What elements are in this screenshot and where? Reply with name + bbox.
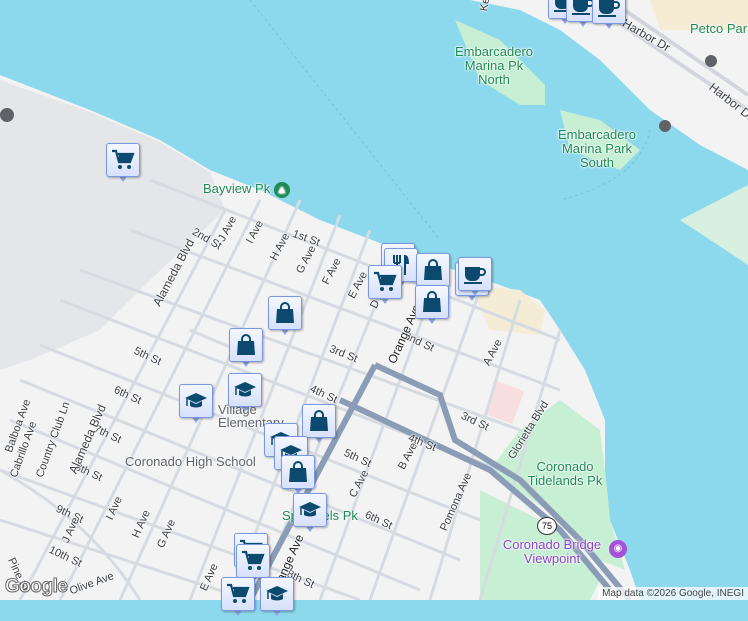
shopping-bag-icon bbox=[421, 258, 445, 282]
school-icon bbox=[298, 498, 322, 522]
shopping-bag-marker[interactable] bbox=[229, 328, 263, 372]
park-label-emb-north: Embarcadero Marina Pk North bbox=[454, 44, 534, 87]
marker-box bbox=[458, 257, 492, 291]
shopping-bag-icon bbox=[420, 290, 444, 314]
marker-box bbox=[415, 285, 449, 319]
park-name: Bayview Pk bbox=[203, 181, 271, 196]
marker-box bbox=[302, 404, 336, 438]
camera-icon[interactable]: ◉ bbox=[609, 540, 627, 558]
shopping-bag-marker[interactable] bbox=[415, 285, 449, 329]
shopping-bag-icon bbox=[273, 301, 297, 325]
school-icon bbox=[184, 389, 208, 413]
marker-box bbox=[416, 253, 450, 287]
marker-box bbox=[236, 544, 270, 578]
park-label-emb-south: Embarcadero Marina Park South bbox=[557, 127, 637, 170]
shopping-bag-icon bbox=[286, 460, 310, 484]
poi-label-viewpoint[interactable]: Coronado Bridge Viewpoint bbox=[497, 538, 607, 566]
marker-box bbox=[106, 143, 140, 177]
shopping-cart-icon bbox=[241, 549, 265, 573]
attribution[interactable]: Map data ©2026 Google, INEGI bbox=[598, 587, 748, 600]
route-shield: 75 bbox=[537, 517, 557, 535]
park-label-bayview: Bayview Pk ▲ bbox=[203, 182, 290, 198]
street-label: Ke bbox=[478, 0, 493, 13]
cafe-marker[interactable] bbox=[592, 0, 626, 34]
ferry-icon bbox=[659, 120, 671, 132]
cafe-icon bbox=[597, 0, 621, 19]
cafe-marker[interactable] bbox=[458, 257, 492, 301]
park-icon: ▲ bbox=[273, 182, 290, 198]
marker-box bbox=[221, 577, 255, 611]
park-label-tidelands: Coronado Tidelands Pk bbox=[527, 459, 603, 488]
marker-box bbox=[592, 0, 626, 24]
shopping-bag-icon bbox=[307, 409, 331, 433]
shopping-cart-icon bbox=[111, 148, 135, 172]
school-icon bbox=[265, 582, 289, 606]
transit-icon bbox=[705, 55, 717, 67]
place-label-high-school: Coronado High School bbox=[125, 454, 256, 469]
shopping-cart-marker[interactable] bbox=[221, 577, 255, 621]
school-place-icon bbox=[0, 108, 14, 122]
place-label-petco: Petco Par bbox=[690, 21, 748, 36]
school-marker[interactable] bbox=[260, 577, 294, 621]
shopping-cart-icon bbox=[226, 582, 250, 606]
shopping-bag-icon bbox=[234, 333, 258, 357]
marker-box bbox=[260, 577, 294, 611]
school-marker[interactable] bbox=[179, 384, 213, 428]
marker-box bbox=[179, 384, 213, 418]
marker-box bbox=[268, 296, 302, 330]
marker-box bbox=[293, 493, 327, 527]
shopping-cart-marker[interactable] bbox=[368, 265, 402, 309]
marker-box bbox=[368, 265, 402, 299]
school-marker[interactable] bbox=[293, 493, 327, 537]
school-marker[interactable] bbox=[228, 373, 262, 417]
airport-strip bbox=[680, 185, 748, 265]
cafe-icon bbox=[463, 262, 487, 286]
shopping-cart-icon bbox=[373, 270, 397, 294]
marker-box bbox=[229, 328, 263, 362]
marker-box bbox=[281, 455, 315, 489]
shopping-cart-marker[interactable] bbox=[106, 143, 140, 187]
google-logo: Google bbox=[4, 576, 68, 598]
marker-box bbox=[228, 373, 262, 407]
school-icon bbox=[233, 378, 257, 402]
shopping-bag-marker[interactable] bbox=[268, 296, 302, 340]
